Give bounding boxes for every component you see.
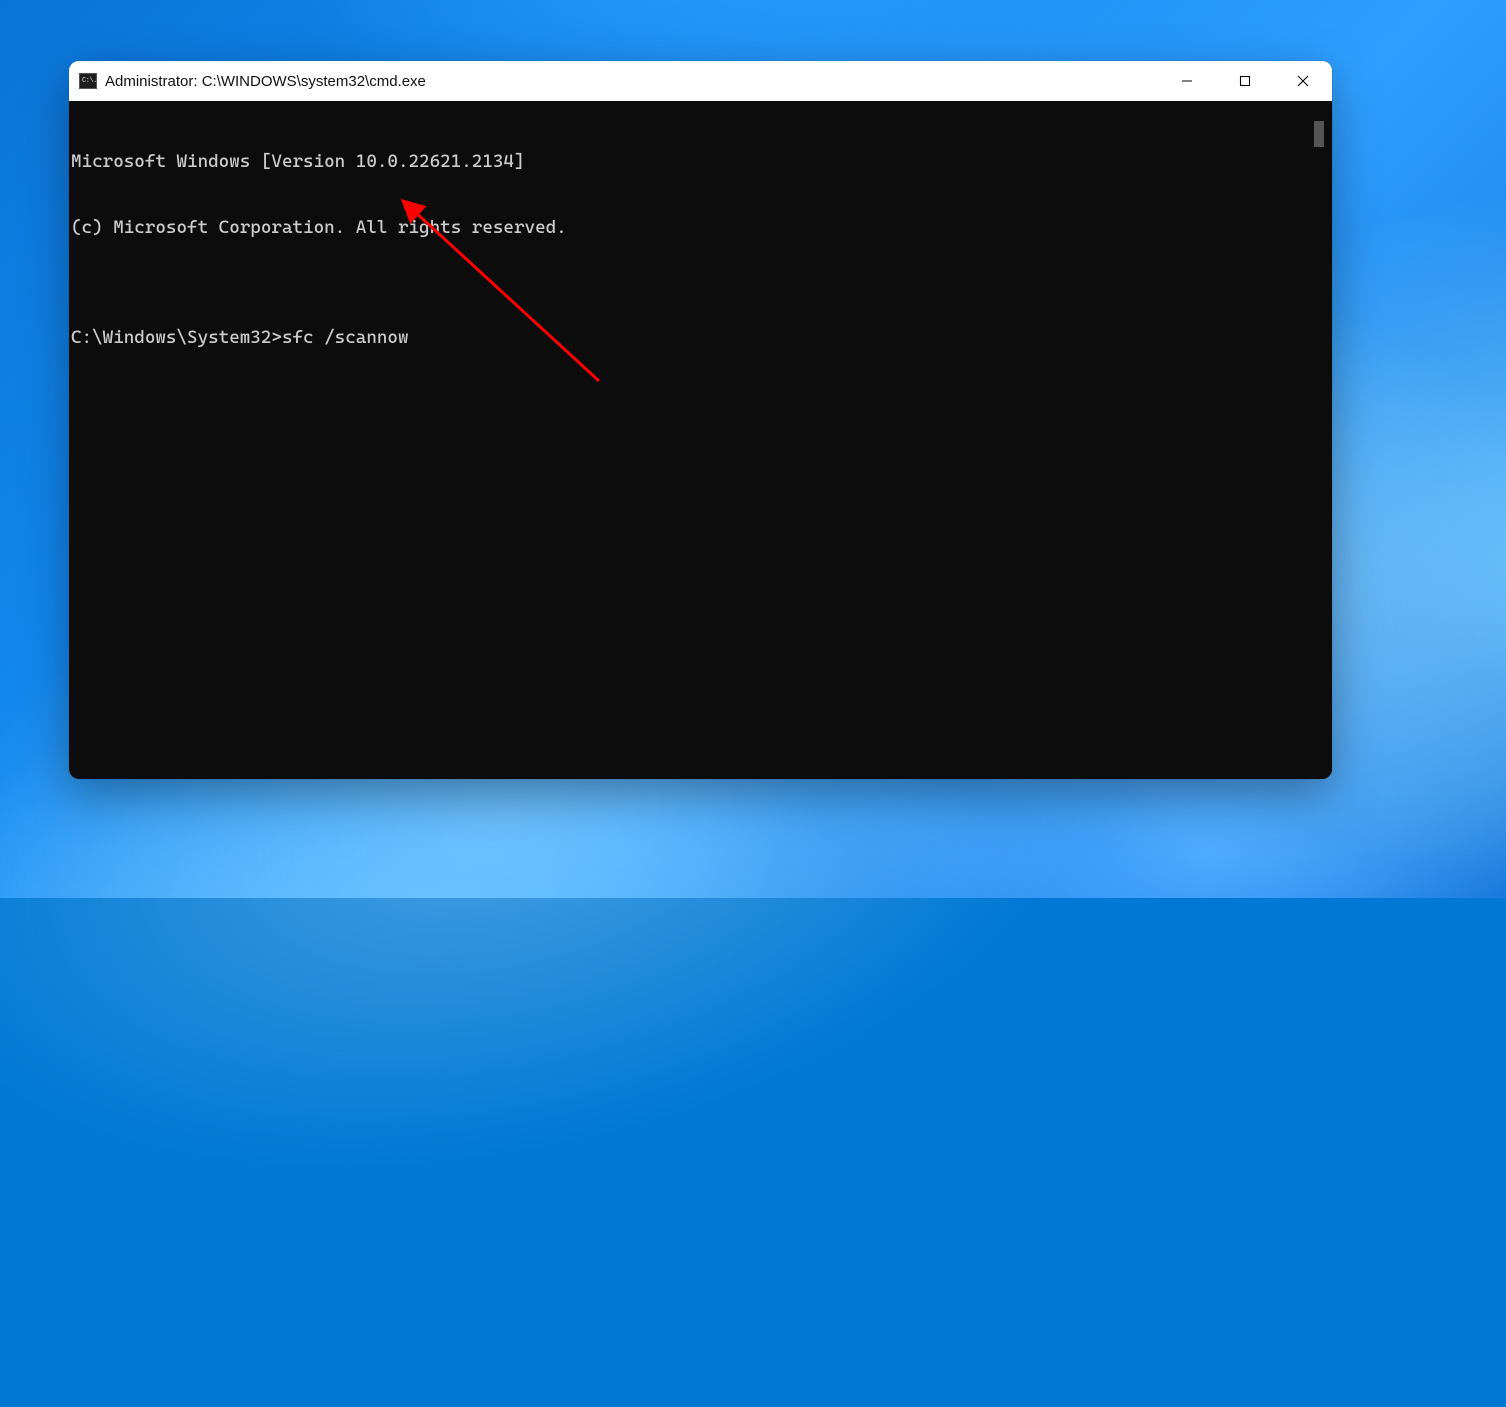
output-line: Microsoft Windows [Version 10.0.22621.21… [71,151,1306,173]
maximize-icon [1239,75,1251,87]
titlebar[interactable]: C:\. Administrator: C:\WINDOWS\system32\… [69,61,1332,101]
prompt-text: C:\Windows\System32> [71,327,282,348]
maximize-button[interactable] [1216,61,1274,101]
window-controls [1158,61,1332,101]
close-icon [1297,75,1309,87]
cmd-icon: C:\. [79,73,97,89]
cmd-icon-text: C:\. [82,78,97,85]
scrollbar-thumb[interactable] [1314,121,1324,147]
terminal-output[interactable]: Microsoft Windows [Version 10.0.22621.21… [69,101,1308,779]
output-line: (c) Microsoft Corporation. All rights re… [71,217,1306,239]
titlebar-left: C:\. Administrator: C:\WINDOWS\system32\… [79,73,426,90]
terminal-area[interactable]: Microsoft Windows [Version 10.0.22621.21… [69,101,1332,779]
window-title: Administrator: C:\WINDOWS\system32\cmd.e… [105,73,426,90]
cmd-window: C:\. Administrator: C:\WINDOWS\system32\… [69,61,1332,779]
minimize-button[interactable] [1158,61,1216,101]
minimize-icon [1181,75,1193,87]
vertical-scrollbar[interactable] [1308,101,1332,779]
command-text: sfc /scannow [282,327,409,348]
prompt-line: C:\Windows\System32>sfc /scannow [71,327,1306,349]
close-button[interactable] [1274,61,1332,101]
